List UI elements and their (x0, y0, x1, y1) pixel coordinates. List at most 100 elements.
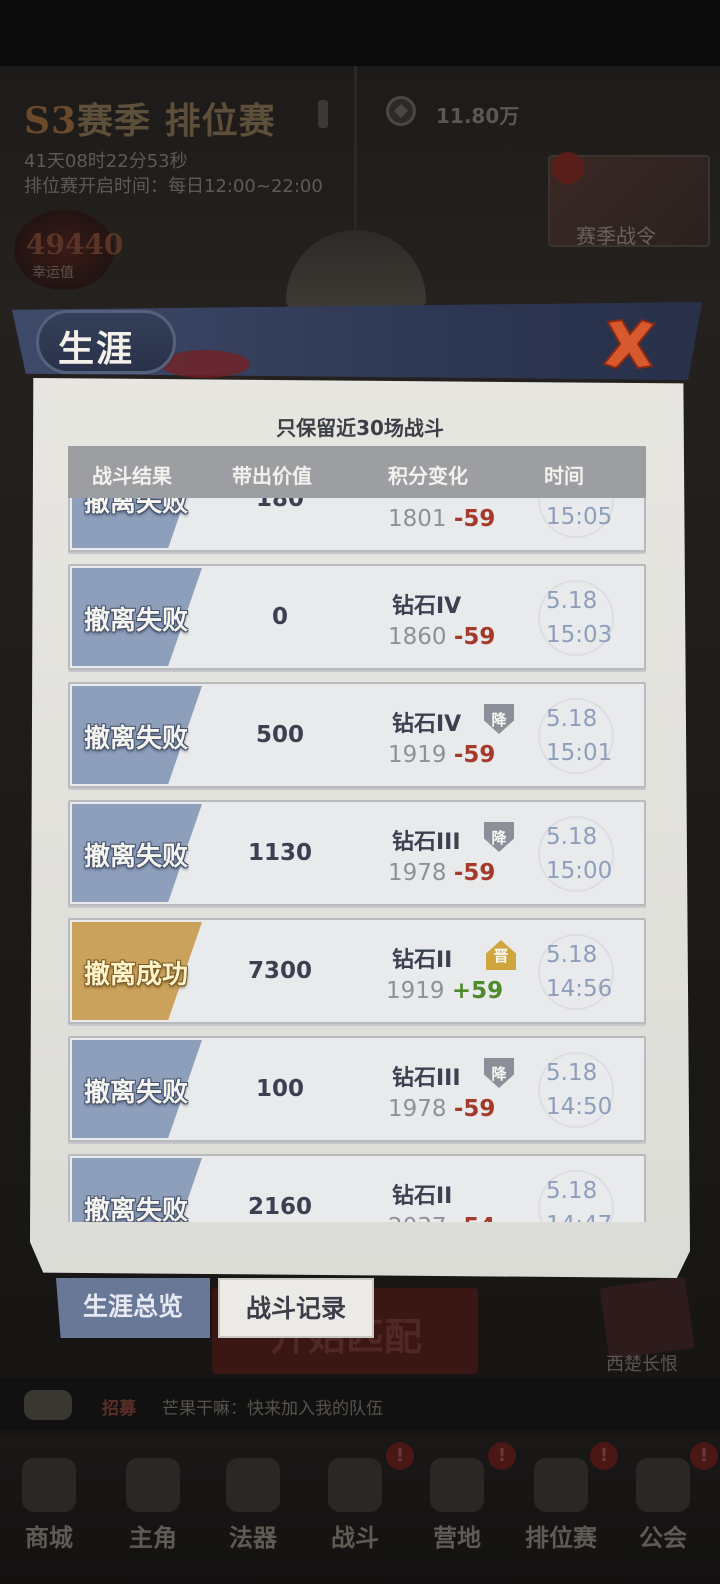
coin-icon (386, 96, 416, 126)
row-score: 1801 -59 (388, 506, 496, 532)
close-button[interactable] (600, 316, 658, 372)
nav-item-hero[interactable]: 主角 (108, 1450, 198, 1570)
info-icon[interactable] (318, 100, 328, 128)
battle-icon (328, 1458, 382, 1512)
row-result: 撤离失败 (84, 498, 189, 518)
row-value: 100 (255, 1076, 304, 1102)
row-result: 撤离失败 (84, 1196, 189, 1222)
row-rank: 钻石II (392, 948, 453, 973)
row-delta: -59 (453, 742, 496, 768)
rank-down-icon: 降 (484, 1058, 514, 1088)
currency-value: 11.80万 (436, 104, 520, 128)
chat-bubble-icon[interactable] (24, 1390, 72, 1420)
row-date: 5.18 (546, 588, 598, 614)
table-row: 撤离成功 7300 钻石II 晋 1919 +59 5.18 14:56 (68, 918, 646, 1024)
camp-icon (430, 1458, 484, 1512)
row-time: 15:00 (546, 858, 613, 884)
table-row: 撤离失败 1130 钻石III 降 1978 -59 5.18 15:00 (68, 800, 646, 906)
row-time: 14:50 (546, 1094, 613, 1120)
row-rank: 钻石IV (392, 712, 462, 737)
row-delta: -59 (453, 624, 496, 650)
row-rank: 钻石III (392, 830, 461, 855)
row-value: 0 (271, 604, 288, 630)
ranked-icon (534, 1458, 588, 1512)
nav-item-battle[interactable]: 战斗 (310, 1450, 400, 1570)
season-pass-label: 赛季战令 (576, 224, 656, 248)
row-time: 14:56 (546, 976, 613, 1002)
alert-icon (552, 152, 584, 184)
row-rank: 钻石II (392, 1184, 453, 1209)
season-countdown: 41天08时22分53秒 (24, 151, 188, 172)
season-title: S3赛季 排位赛 (24, 100, 276, 142)
row-result: 撤离失败 (84, 1078, 189, 1108)
row-result: 撤离成功 (84, 960, 189, 990)
row-score: 1919 +59 (386, 978, 504, 1004)
row-date: 5.18 (546, 706, 598, 732)
modal-title: 生涯 (58, 329, 135, 370)
rank-up-icon: 晋 (486, 940, 516, 970)
table-row: 撤离失败 100 钻石III 降 1978 -59 5.18 14:50 (68, 1036, 646, 1142)
nav-item-artifact[interactable]: 法器 (208, 1450, 298, 1570)
shop-icon (22, 1458, 76, 1512)
column-header-value: 带出价值 (232, 464, 312, 488)
row-value: 500 (255, 722, 304, 748)
row-date: 5.18 (546, 1178, 598, 1204)
lamp-cord (354, 66, 357, 236)
alert-icon: ! (488, 1442, 516, 1470)
tab-career-overview[interactable]: 生涯总览 (56, 1278, 210, 1338)
luck-value: 49440 (26, 228, 124, 261)
nav-item-shop[interactable]: 商城 (4, 1450, 94, 1570)
row-result: 撤离失败 (84, 606, 189, 636)
nav-item-ranked[interactable]: 排位赛 (516, 1450, 606, 1570)
guild-icon (636, 1458, 690, 1512)
row-delta: -59 (453, 1096, 496, 1122)
row-delta: -59 (453, 860, 496, 886)
close-icon (602, 318, 656, 370)
row-time: 15:05 (546, 504, 613, 530)
artifact-icon (226, 1458, 280, 1512)
column-header-result: 战斗结果 (92, 464, 172, 488)
chat-message: 芒果干嘛：快来加入我的队伍 (162, 1399, 383, 1419)
row-time: 14:47 (546, 1212, 612, 1222)
row-score: 1978 -59 (388, 1096, 496, 1122)
open-time-text: 排位赛开启时间：每日12:00~22:00 (24, 176, 323, 197)
alert-icon: ! (690, 1442, 718, 1470)
table-row: 撤离失败 180 1801 -59 15:05 (68, 498, 646, 552)
ally-name: 西楚长恨 (606, 1354, 678, 1375)
column-header-score: 积分变化 (388, 464, 468, 488)
row-time: 15:01 (546, 740, 613, 766)
row-rank: 钻石IV (392, 594, 462, 619)
row-delta: -59 (453, 506, 496, 532)
alert-icon: ! (386, 1442, 414, 1470)
table-row: 撤离失败 0 钻石IV 1860 -59 5.18 15:03 (68, 564, 646, 670)
row-score: 1919 -59 (388, 742, 496, 768)
row-value: 1130 (247, 840, 312, 866)
battle-record-list[interactable]: 撤离失败 180 1801 -59 15:05 撤离失败 0 钻石IV 1860… (66, 498, 650, 1222)
row-rank: 钻石III (392, 1066, 461, 1091)
luck-label: 幸运值 (32, 265, 74, 281)
ally-card[interactable] (599, 1276, 695, 1360)
row-delta: -54 (454, 1214, 496, 1222)
rank-down-icon: 降 (484, 822, 514, 852)
row-value: 7300 (247, 958, 312, 984)
chat-tag: 招募 (102, 1399, 136, 1419)
row-value: 2160 (247, 1194, 312, 1220)
alert-icon: ! (590, 1442, 618, 1470)
nav-item-guild[interactable]: 公会 (618, 1450, 708, 1570)
row-time: 15:03 (546, 622, 613, 648)
row-score: 2037 -54 (388, 1214, 495, 1222)
rank-down-icon: 降 (484, 704, 514, 734)
records-notice: 只保留近30场战斗 (276, 416, 444, 440)
column-header-time: 时间 (544, 464, 584, 488)
row-score: 1978 -59 (388, 860, 496, 886)
row-date: 5.18 (546, 824, 598, 850)
row-delta: +59 (451, 978, 504, 1004)
nav-item-camp[interactable]: 营地 (412, 1450, 502, 1570)
row-result: 撤离失败 (84, 842, 189, 872)
hero-icon (126, 1458, 180, 1512)
table-row: 撤离失败 2160 钻石II 2037 -54 5.18 14:47 (68, 1154, 646, 1222)
tab-battle-records[interactable]: 战斗记录 (218, 1278, 374, 1338)
row-score: 1860 -59 (388, 624, 496, 650)
row-date: 5.18 (546, 942, 598, 968)
status-bar-area (0, 0, 720, 66)
